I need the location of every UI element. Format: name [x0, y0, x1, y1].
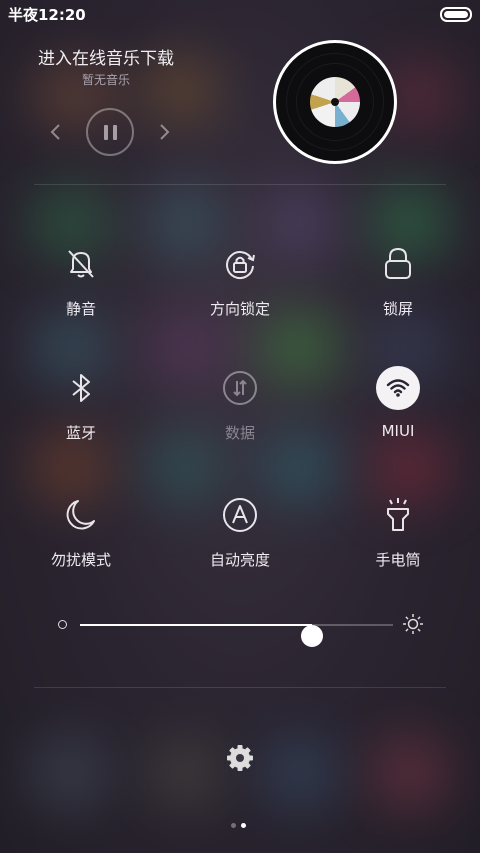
- bluetooth-icon: [72, 374, 90, 402]
- brightness-fill: [80, 624, 312, 626]
- divider: [34, 687, 446, 688]
- music-subtitle: 暂无音乐: [82, 73, 131, 87]
- page-dot: [231, 823, 236, 828]
- toggle-label: 方向锁定: [209, 300, 270, 318]
- auto-brightness-icon: [223, 498, 257, 532]
- status-bar: 半夜12:20: [0, 0, 480, 28]
- music-widget: 进入在线音乐下载 暂无音乐: [0, 40, 480, 170]
- battery-icon: [440, 7, 472, 22]
- brightness-slider[interactable]: [56, 612, 426, 647]
- toggle-wifi[interactable]: MIUI: [338, 366, 458, 466]
- chevron-right-icon[interactable]: [158, 122, 172, 142]
- wifi-toggle-active: [376, 366, 420, 410]
- toggle-do-not-disturb[interactable]: 勿扰模式: [21, 493, 141, 593]
- toggle-auto-brightness[interactable]: 自动亮度: [180, 493, 300, 593]
- status-time: 半夜12:20: [8, 6, 86, 24]
- toggle-label: 锁屏: [382, 300, 413, 318]
- bell-off-icon: [68, 250, 94, 278]
- divider: [34, 184, 446, 185]
- toggle-mobile-data[interactable]: 数据: [180, 366, 300, 466]
- brightness-thumb[interactable]: [300, 625, 323, 647]
- toggle-lock-screen[interactable]: 锁屏: [338, 242, 458, 342]
- flashlight-icon: [387, 498, 409, 531]
- rotation-lock-icon: [226, 251, 255, 280]
- music-title[interactable]: 进入在线音乐下载: [38, 44, 174, 69]
- gear-icon[interactable]: [226, 744, 254, 772]
- toggle-label: MIUI: [381, 422, 415, 440]
- toggle-label: 静音: [65, 300, 96, 318]
- toggle-flashlight[interactable]: 手电筒: [338, 493, 458, 593]
- mobile-data-icon: [223, 371, 257, 405]
- toggle-rotation-lock[interactable]: 方向锁定: [180, 242, 300, 342]
- toggle-label: 手电筒: [375, 551, 421, 569]
- chevron-left-icon[interactable]: [48, 122, 62, 142]
- lock-icon: [385, 247, 411, 279]
- page-indicator: [231, 813, 251, 832]
- toggle-mute[interactable]: 静音: [21, 242, 141, 342]
- page-dot-active: [241, 823, 246, 828]
- toggle-bluetooth[interactable]: 蓝牙: [21, 366, 141, 466]
- toggle-label: 勿扰模式: [50, 551, 111, 569]
- brightness-low-icon: [58, 620, 67, 629]
- album-disc[interactable]: [273, 40, 397, 164]
- pause-button[interactable]: [86, 108, 134, 156]
- wifi-icon: [386, 379, 410, 397]
- toggle-label: 自动亮度: [209, 551, 270, 569]
- toggle-label: 蓝牙: [65, 424, 96, 442]
- moon-icon: [66, 500, 95, 530]
- toggle-label: 数据: [224, 424, 255, 442]
- brightness-track[interactable]: [80, 624, 393, 647]
- brightness-high-icon: [403, 614, 423, 634]
